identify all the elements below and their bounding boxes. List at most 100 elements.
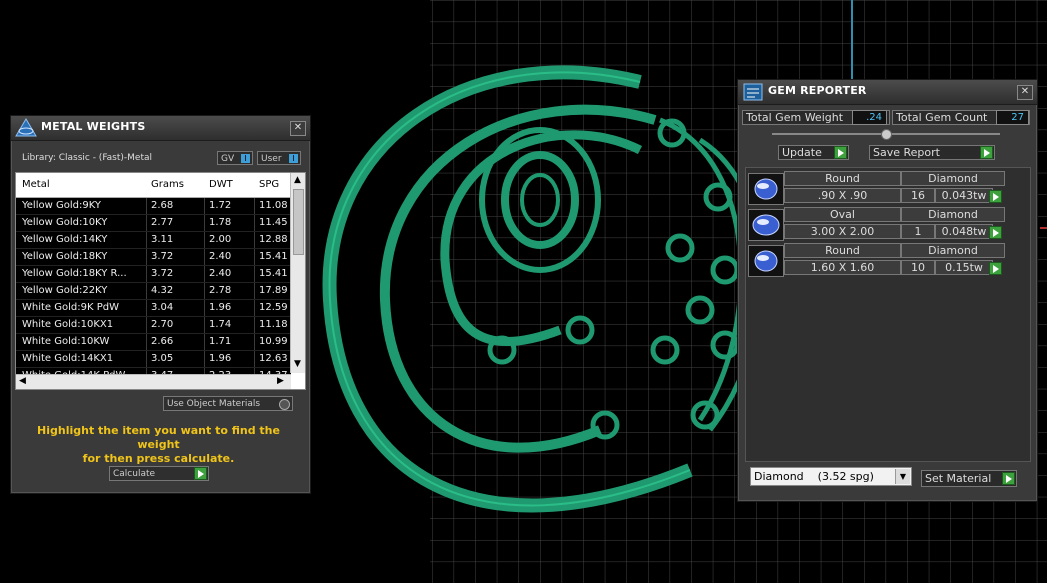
grams-cell: 3.11 <box>151 234 174 245</box>
save-report-button[interactable]: Save Report <box>869 145 995 160</box>
calculate-button[interactable]: Calculate <box>109 466 209 481</box>
dwt-cell: 2.40 <box>209 268 232 279</box>
spg-cell: 12.88 <box>259 234 288 245</box>
spg-cell: 11.08 <box>259 200 288 211</box>
column-divider <box>254 215 255 231</box>
spg-cell: 10.99 <box>259 336 288 347</box>
gem-tw-cell: 0.043tw <box>935 188 993 203</box>
scroll-up-icon[interactable]: ▲ <box>294 175 301 185</box>
metal-weights-titlebar[interactable]: METAL WEIGHTS ✕ <box>11 116 310 141</box>
material-select[interactable]: Diamond (3.52 spg) ▼ <box>750 467 912 486</box>
library-label: Library: Classic - (Fast)-Metal <box>22 153 153 163</box>
gem-thumbnail-icon <box>748 245 784 277</box>
table-row[interactable]: Yellow Gold:22KY 4.32 2.78 17.89 <box>16 283 291 300</box>
metal-cell: Yellow Gold:9KY <box>22 200 101 211</box>
grams-cell: 4.32 <box>151 285 174 296</box>
column-divider <box>146 198 147 214</box>
col-dwt[interactable]: DWT <box>209 179 233 190</box>
scroll-thumb[interactable] <box>293 189 304 255</box>
column-divider <box>146 300 147 316</box>
gem-shape-cell: Round <box>784 171 901 186</box>
gem-row[interactable]: Round Diamond .90 X .90 16 0.043tw <box>746 171 1028 205</box>
column-divider <box>204 266 205 282</box>
dwt-cell: 1.96 <box>209 353 232 364</box>
col-metal[interactable]: Metal <box>22 179 50 190</box>
metal-cell: Yellow Gold:22KY <box>22 285 108 296</box>
gv-toggle-icon: I <box>241 154 250 163</box>
total-gem-weight-value: .24 <box>852 110 887 125</box>
metal-cell: White Gold:9K PdW <box>22 302 119 313</box>
gem-count-cell: 16 <box>901 188 935 203</box>
col-grams[interactable]: Grams <box>151 179 184 190</box>
table-row[interactable]: White Gold:14KX1 3.05 1.96 12.63 <box>16 351 291 368</box>
col-spg[interactable]: SPG <box>259 179 279 190</box>
spg-cell: 12.63 <box>259 353 288 364</box>
table-row[interactable]: Yellow Gold:18KY 3.72 2.40 15.41 <box>16 249 291 266</box>
gv-toggle[interactable]: GV I <box>217 151 253 165</box>
column-divider <box>254 249 255 265</box>
column-divider <box>204 198 205 214</box>
set-material-label: Set Material <box>925 472 992 485</box>
play-icon[interactable] <box>989 262 1002 275</box>
table-row[interactable]: Yellow Gold:18KY R... 3.72 2.40 15.41 <box>16 266 291 283</box>
gem-row[interactable]: Round Diamond 1.60 X 1.60 10 0.15tw <box>746 243 1028 277</box>
metal-cell: Yellow Gold:18KY <box>22 251 108 262</box>
user-toggle[interactable]: User I <box>257 151 301 165</box>
table-row[interactable]: Yellow Gold:9KY 2.68 1.72 11.08 <box>16 198 291 215</box>
table-row[interactable]: Yellow Gold:10KY 2.77 1.78 11.45 <box>16 215 291 232</box>
dwt-cell: 1.74 <box>209 319 232 330</box>
metal-table-hscroll[interactable]: ◀ ▶ <box>16 374 291 389</box>
gem-shape-cell: Oval <box>784 207 901 222</box>
close-icon[interactable]: ✕ <box>290 121 306 136</box>
gem-row[interactable]: Oval Diamond 3.00 X 2.00 1 0.048tw <box>746 207 1028 241</box>
scroll-down-icon[interactable]: ▼ <box>294 359 301 369</box>
column-divider <box>204 351 205 367</box>
dwt-cell: 2.78 <box>209 285 232 296</box>
play-icon[interactable] <box>989 226 1002 239</box>
grams-cell: 3.04 <box>151 302 174 313</box>
column-divider <box>254 317 255 333</box>
column-divider <box>254 300 255 316</box>
column-divider <box>146 351 147 367</box>
gem-thumbnail-icon <box>748 209 784 241</box>
scroll-right-icon[interactable]: ▶ <box>277 376 284 386</box>
gem-reporter-icon <box>743 83 763 101</box>
close-icon[interactable]: ✕ <box>1017 85 1033 100</box>
grams-cell: 2.66 <box>151 336 174 347</box>
update-label: Update <box>782 146 822 159</box>
grams-cell: 3.05 <box>151 353 174 364</box>
material-select-value: Diamond (3.52 spg) <box>754 470 874 483</box>
gem-reporter-title: GEM REPORTER <box>768 84 867 97</box>
use-object-materials-toggle[interactable]: Use Object Materials <box>163 396 293 411</box>
gem-material-cell: Diamond <box>901 171 1005 186</box>
table-row[interactable]: White Gold:10KW 2.66 1.71 10.99 <box>16 334 291 351</box>
gem-list[interactable]: Round Diamond .90 X .90 16 0.043tw Oval Diamon… <box>745 167 1031 462</box>
metal-table[interactable]: Metal Grams DWT SPG Yellow Gold:9KY 2.68 1… <box>15 172 306 390</box>
grams-cell: 2.68 <box>151 200 174 211</box>
gem-shape-cell: Round <box>784 243 901 258</box>
set-material-button[interactable]: Set Material <box>921 470 1017 487</box>
column-divider <box>146 317 147 333</box>
play-icon <box>194 467 207 480</box>
table-row[interactable]: Yellow Gold:14KY 3.11 2.00 12.88 <box>16 232 291 249</box>
column-divider <box>204 283 205 299</box>
instruction-line-1: Highlight the item you want to find the … <box>37 424 280 451</box>
table-row[interactable]: White Gold:9K PdW 3.04 1.96 12.59 <box>16 300 291 317</box>
user-label: User <box>261 154 282 164</box>
gem-reporter-titlebar[interactable]: GEM REPORTER ✕ <box>738 80 1037 105</box>
dwt-cell: 1.78 <box>209 217 232 228</box>
slider-handle[interactable] <box>881 129 892 140</box>
user-toggle-icon: I <box>289 154 298 163</box>
gem-tw-cell: 0.048tw <box>935 224 993 239</box>
metal-table-vscroll[interactable]: ▲ ▼ <box>290 173 305 373</box>
chevron-down-icon[interactable]: ▼ <box>895 469 910 484</box>
metal-weights-icon <box>15 118 37 137</box>
metal-cell: Yellow Gold:10KY <box>22 217 108 228</box>
column-divider <box>204 249 205 265</box>
table-row[interactable]: White Gold:10KX1 2.70 1.74 11.18 <box>16 317 291 334</box>
update-button[interactable]: Update <box>778 145 849 160</box>
scroll-left-icon[interactable]: ◀ <box>19 376 26 386</box>
metal-cell: White Gold:10KX1 <box>22 319 114 330</box>
play-icon[interactable] <box>989 190 1002 203</box>
metal-weights-title: METAL WEIGHTS <box>41 120 146 133</box>
